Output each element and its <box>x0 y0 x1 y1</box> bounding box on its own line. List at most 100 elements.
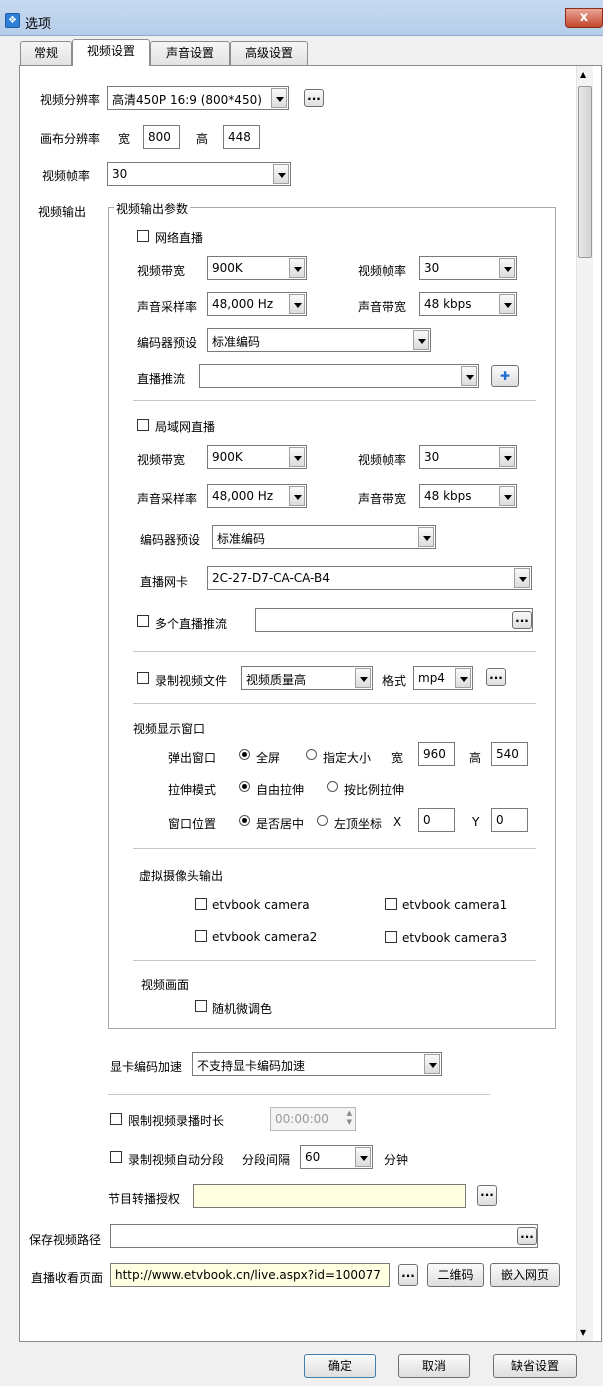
chevron-down-icon <box>499 258 515 278</box>
lan-abitrate-select[interactable]: 48 kbps <box>419 484 517 508</box>
interval-label: 分段间隔 <box>242 1153 291 1167</box>
net-vbitrate-select[interactable]: 900K <box>207 256 307 280</box>
scroll-down-icon[interactable]: ▼ <box>580 1328 586 1337</box>
full-radio[interactable] <box>239 749 250 760</box>
custom-radio[interactable] <box>306 749 317 760</box>
watch-url-input[interactable]: http://www.etvbook.cn/live.aspx?id=10007… <box>110 1263 390 1287</box>
free-stretch-radio[interactable] <box>239 781 250 792</box>
chevron-down-icon <box>455 668 471 688</box>
separator <box>108 1094 490 1095</box>
add-push-button[interactable]: ✚ <box>491 365 519 387</box>
center-radio[interactable] <box>239 815 250 826</box>
limit-checkbox[interactable] <box>110 1113 122 1125</box>
push-select[interactable] <box>199 364 479 388</box>
record-quality-select[interactable]: 视频质量高 <box>241 666 373 690</box>
ratio-stretch-label: 按比例拉伸 <box>344 783 405 797</box>
canvas-height-input[interactable]: 448 <box>223 125 260 149</box>
save-path-input[interactable] <box>110 1224 538 1248</box>
net-preset-select[interactable]: 标准编码 <box>207 328 431 352</box>
separator <box>133 848 536 849</box>
app-icon: ❖ <box>5 13 20 28</box>
resolution-more-button[interactable]: ... <box>304 89 324 107</box>
ratio-stretch-radio[interactable] <box>327 781 338 792</box>
cam0-checkbox[interactable] <box>195 898 207 910</box>
multi-push-label: 多个直播推流 <box>155 617 228 631</box>
canvas-width-input[interactable]: 800 <box>143 125 180 149</box>
nic-select[interactable]: 2C-27-D7-CA-CA-B4 <box>207 566 532 590</box>
net-samplerate-select[interactable]: 48,000 Hz <box>207 292 307 316</box>
canvas-label: 画布分辨率 <box>40 132 101 146</box>
chevron-down-icon <box>289 294 305 314</box>
save-path-more-button[interactable]: ... <box>517 1227 537 1245</box>
y-input[interactable]: 0 <box>491 808 528 832</box>
x-label: X <box>393 815 402 829</box>
auth-input[interactable] <box>193 1184 466 1208</box>
gpu-select[interactable]: 不支持显卡编码加速 <box>192 1052 442 1076</box>
canvas-height-label: 高 <box>196 132 209 146</box>
chevron-down-icon <box>355 1147 371 1167</box>
chevron-down-icon <box>514 568 530 588</box>
video-output-label: 视频输出 <box>38 205 87 219</box>
x-input[interactable]: 0 <box>418 808 455 832</box>
scroll-up-icon[interactable]: ▲ <box>580 70 586 79</box>
net-abitrate-label: 声音带宽 <box>358 300 407 314</box>
lan-samplerate-select[interactable]: 48,000 Hz <box>207 484 307 508</box>
multi-push-checkbox[interactable] <box>137 615 149 627</box>
cam1-checkbox[interactable] <box>385 898 397 910</box>
format-select[interactable]: mp4 <box>413 666 473 690</box>
lan-vbitrate-select[interactable]: 900K <box>207 445 307 469</box>
lan-preset-select[interactable]: 标准编码 <box>212 525 436 549</box>
net-live-checkbox[interactable] <box>137 230 149 242</box>
multi-push-input[interactable] <box>255 608 533 632</box>
cam2-checkbox[interactable] <box>195 930 207 942</box>
net-live-label: 网络直播 <box>155 231 204 245</box>
tab-advanced[interactable]: 高级设置 <box>230 41 308 65</box>
embed-page-button[interactable]: 嵌入网页 <box>490 1263 560 1287</box>
tab-audio[interactable]: 声音设置 <box>150 41 230 65</box>
chevron-down-icon <box>461 366 477 386</box>
topleft-radio[interactable] <box>317 815 328 826</box>
resolution-select[interactable]: 高清450P 16:9 (800*450) <box>107 86 289 110</box>
tab-video[interactable]: 视频设置 <box>72 39 150 66</box>
random-color-label: 随机微调色 <box>212 1002 273 1016</box>
segment-checkbox[interactable] <box>110 1151 122 1163</box>
display-h-input[interactable]: 540 <box>491 742 528 766</box>
qr-code-button[interactable]: 二维码 <box>427 1263 484 1287</box>
separator <box>133 651 536 652</box>
chevron-down-icon <box>499 294 515 314</box>
lan-vfps-select[interactable]: 30 <box>419 445 517 469</box>
scroll-thumb[interactable] <box>578 86 592 258</box>
random-color-checkbox[interactable] <box>195 1000 207 1012</box>
position-label: 窗口位置 <box>168 817 217 831</box>
multi-push-more-button[interactable]: ... <box>512 611 532 629</box>
lan-samplerate-label: 声音采样率 <box>137 492 198 506</box>
stretch-label: 拉伸模式 <box>168 783 217 797</box>
cancel-button[interactable]: 取消 <box>398 1354 470 1378</box>
lan-live-checkbox[interactable] <box>137 419 149 431</box>
lan-abitrate-label: 声音带宽 <box>358 492 407 506</box>
separator <box>133 960 536 961</box>
net-abitrate-select[interactable]: 48 kbps <box>419 292 517 316</box>
net-samplerate-label: 声音采样率 <box>137 300 198 314</box>
limit-time-input[interactable]: 00:00:00 ▲ ▼ <box>270 1107 356 1131</box>
watch-more-button[interactable]: ... <box>398 1264 418 1286</box>
cam3-label: etvbook camera3 <box>402 931 508 945</box>
default-settings-button[interactable]: 缺省设置 <box>493 1354 577 1378</box>
net-vbitrate-label: 视频带宽 <box>137 264 186 278</box>
record-label: 录制视频文件 <box>155 674 228 688</box>
push-label: 直播推流 <box>137 372 186 386</box>
tab-general[interactable]: 常规 <box>20 41 72 65</box>
fps-label: 视频帧率 <box>42 169 91 183</box>
record-checkbox[interactable] <box>137 672 149 684</box>
interval-select[interactable]: 60 <box>300 1145 373 1169</box>
close-button[interactable]: x <box>565 8 603 28</box>
net-vfps-select[interactable]: 30 <box>419 256 517 280</box>
auth-more-button[interactable]: ... <box>477 1185 497 1206</box>
lan-live-label: 局域网直播 <box>155 420 216 434</box>
lan-vfps-label: 视频帧率 <box>358 453 407 467</box>
display-w-input[interactable]: 960 <box>418 742 455 766</box>
ok-button[interactable]: 确定 <box>304 1354 376 1378</box>
cam3-checkbox[interactable] <box>385 931 397 943</box>
record-more-button[interactable]: ... <box>486 668 506 686</box>
fps-select[interactable]: 30 <box>107 162 291 186</box>
